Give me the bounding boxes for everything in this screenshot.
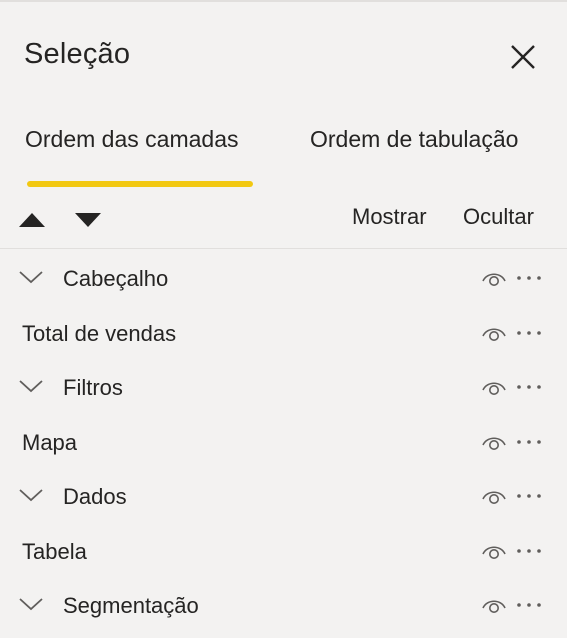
- eye-icon: [482, 600, 506, 613]
- visibility-toggle[interactable]: [481, 542, 507, 562]
- more-options-button[interactable]: [515, 438, 543, 446]
- close-button[interactable]: [506, 40, 540, 74]
- visibility-toggle[interactable]: [481, 269, 507, 289]
- layer-label: Segmentação: [63, 593, 199, 618]
- expand-group-button[interactable]: [18, 269, 44, 285]
- layer-label: Tabela: [22, 538, 87, 564]
- expand-group-button[interactable]: [18, 378, 44, 394]
- more-options-button[interactable]: [515, 329, 543, 337]
- eye-icon: [482, 382, 506, 395]
- show-all-button[interactable]: Mostrar: [352, 204, 427, 230]
- chevron-down-icon: [19, 380, 43, 393]
- more-options-icon: [517, 548, 541, 553]
- move-down-button[interactable]: [73, 208, 103, 230]
- more-options-icon: [517, 276, 541, 280]
- layer-row-dados[interactable]: Dados: [0, 470, 567, 525]
- selection-pane: Seleção Ordem das camadas Ordem de tabul…: [0, 0, 567, 638]
- layer-label: Filtros: [63, 375, 123, 400]
- more-options-button[interactable]: [515, 274, 543, 282]
- more-options-icon: [517, 385, 541, 389]
- layer-label: Cabeçalho: [63, 266, 169, 291]
- visibility-toggle[interactable]: [481, 378, 507, 398]
- chevron-down-icon: [19, 271, 43, 284]
- eye-icon: [482, 273, 506, 286]
- more-options-button[interactable]: [515, 492, 543, 500]
- more-options-icon: [517, 439, 541, 444]
- layer-label: Dados: [63, 484, 127, 509]
- visibility-toggle[interactable]: [481, 596, 507, 616]
- toolbar-divider: [0, 248, 567, 249]
- layer-row-mapa[interactable]: Mapa: [0, 416, 567, 471]
- eye-icon: [482, 545, 506, 559]
- layer-label: Total de vendas: [22, 320, 177, 346]
- layer-row-tabela[interactable]: Tabela: [0, 525, 567, 580]
- expand-group-button[interactable]: [18, 487, 44, 503]
- layer-label: Mapa: [22, 429, 78, 455]
- eye-icon: [482, 327, 506, 341]
- visibility-toggle[interactable]: [481, 433, 507, 453]
- close-icon: [511, 45, 535, 69]
- chevron-down-icon: [19, 489, 43, 502]
- move-up-button[interactable]: [17, 208, 47, 230]
- layer-row-total-de-vendas[interactable]: Total de vendas: [0, 307, 567, 362]
- tab-layer-order[interactable]: Ordem das camadas: [25, 126, 238, 153]
- layer-row-cabecalho[interactable]: Cabeçalho: [0, 252, 567, 307]
- more-options-button[interactable]: [515, 601, 543, 609]
- active-tab-indicator: [27, 181, 253, 187]
- eye-icon: [482, 436, 506, 450]
- tab-bar: Ordem das camadas Ordem de tabulação: [0, 126, 567, 192]
- triangle-up-icon: [19, 213, 45, 227]
- pane-title: Seleção: [24, 38, 131, 70]
- hide-all-button[interactable]: Ocultar: [463, 204, 534, 230]
- triangle-down-icon: [75, 213, 101, 227]
- tab-tab-order[interactable]: Ordem de tabulação: [310, 126, 518, 153]
- chevron-down-icon: [19, 598, 43, 611]
- layer-toolbar: Mostrar Ocultar: [0, 202, 567, 238]
- visibility-toggle[interactable]: [481, 487, 507, 507]
- layer-list: Cabeçalho Total de vendas Filtros Mapa D…: [0, 252, 567, 634]
- expand-group-button[interactable]: [18, 596, 44, 612]
- more-options-button[interactable]: [515, 383, 543, 391]
- more-options-button[interactable]: [515, 547, 543, 555]
- more-options-icon: [517, 330, 541, 335]
- eye-icon: [482, 491, 506, 504]
- layer-row-filtros[interactable]: Filtros: [0, 361, 567, 416]
- visibility-toggle[interactable]: [481, 324, 507, 344]
- more-options-icon: [517, 494, 541, 498]
- more-options-icon: [517, 603, 541, 607]
- layer-row-segmentacao[interactable]: Segmentação: [0, 579, 567, 634]
